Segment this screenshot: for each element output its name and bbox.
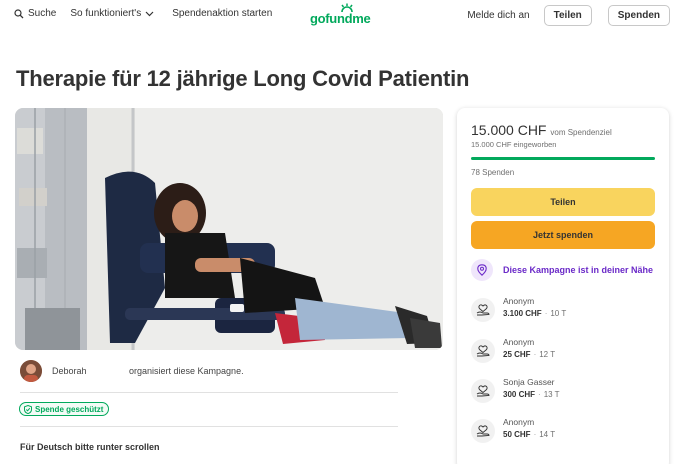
share-button[interactable]: Teilen [471,188,655,216]
donor-name: Anonym [503,417,535,427]
description-heading: Für Deutsch bitte runter scrollen [20,442,160,452]
donation-hand-icon [471,419,495,443]
nav-right-group: Melde dich an Teilen Spenden [467,5,670,26]
search-label: Suche [28,8,57,19]
organizer-name[interactable]: Deborah [52,366,87,376]
logo-text: gofundme [310,11,371,26]
separator: · [538,390,541,399]
organizer-text: organisiert diese Kampagne. [129,366,244,376]
how-it-works-menu[interactable]: So funktioniert's [70,8,158,19]
shield-icon [24,404,32,414]
avatar[interactable] [20,360,42,382]
separator: · [533,430,537,439]
top-navigation: Suche So funktioniert's Spendenaktion st… [0,0,680,30]
separator: · [544,309,548,318]
donation-meta: 3.100 CHF · 10 T [503,309,566,318]
divider [20,426,398,427]
avatar-image [20,360,42,382]
page-title: Therapie für 12 jährige Long Covid Patie… [16,66,470,91]
start-fundraiser-link[interactable]: Spendenaktion starten [172,8,272,19]
donation-item: Anonym 3.100 CHF · 10 T [471,296,661,326]
donor-name: Anonym [503,337,535,347]
donation-protected-badge[interactable]: Spende geschützt [19,402,110,416]
donation-amount: 300 CHF [503,390,536,399]
donation-amount: 25 CHF [503,350,531,359]
raised-subtext: 15.000 CHF eingeworben [471,140,557,149]
badge-label: Spende geschützt [35,404,104,414]
goal-label: vom Spendenziel [550,128,612,137]
separator: · [533,350,537,359]
login-link[interactable]: Melde dich an [467,10,529,21]
progress-fill [471,157,655,160]
header-donate-button[interactable]: Spenden [607,5,670,26]
nearby-label: Diese Kampagne ist in deiner Nähe [503,265,654,275]
hero-photo [15,108,443,350]
raised-summary: 15.000 CHF vom Spendenziel [471,122,612,138]
donation-amount: 3.100 CHF [503,309,542,318]
donation-hand-icon [471,379,495,403]
campaign-hero-image[interactable] [15,108,443,350]
donor-name: Anonym [503,296,535,306]
donation-hand-icon [471,298,495,322]
donate-now-button[interactable]: Jetzt spenden [471,221,655,249]
donation-time: 12 T [539,350,556,359]
organizer-row: Deborah organisiert diese Kampagne. [20,360,400,382]
raised-amount: 15.000 CHF [471,122,547,138]
donation-sidebar: 15.000 CHF vom Spendenziel 15.000 CHF ei… [457,108,669,464]
divider [20,392,398,393]
donation-meta: 25 CHF · 12 T [503,350,555,359]
how-it-works-label: So funktioniert's [70,8,142,19]
donation-item: Anonym 25 CHF · 12 T [471,337,661,367]
donation-meta: 300 CHF · 13 T [503,390,560,399]
location-pin-icon [471,259,493,281]
nav-left-group: Suche So funktioniert's Spendenaktion st… [14,8,286,19]
start-fundraiser-label: Spendenaktion starten [172,8,273,19]
search-link[interactable]: Suche [14,8,56,19]
donation-time: 10 T [550,309,567,318]
donation-amount: 50 CHF [503,430,531,439]
donation-meta: 50 CHF · 14 T [503,430,555,439]
search-icon [14,8,24,18]
header-share-button[interactable]: Teilen [543,5,592,26]
nearby-campaign-link[interactable]: Diese Kampagne ist in deiner Nähe [471,259,653,281]
donor-name: Sonja Gasser [503,377,555,387]
chevron-down-icon [145,11,154,16]
donation-count: 78 Spenden [471,168,515,177]
gofundme-logo[interactable]: gofundme [310,3,374,26]
donation-hand-icon [471,339,495,363]
donation-item: Anonym 50 CHF · 14 T [471,417,661,447]
donation-time: 14 T [539,430,556,439]
donation-time: 13 T [543,390,560,399]
donation-item: Sonja Gasser 300 CHF · 13 T [471,377,661,407]
progress-bar [471,157,655,160]
